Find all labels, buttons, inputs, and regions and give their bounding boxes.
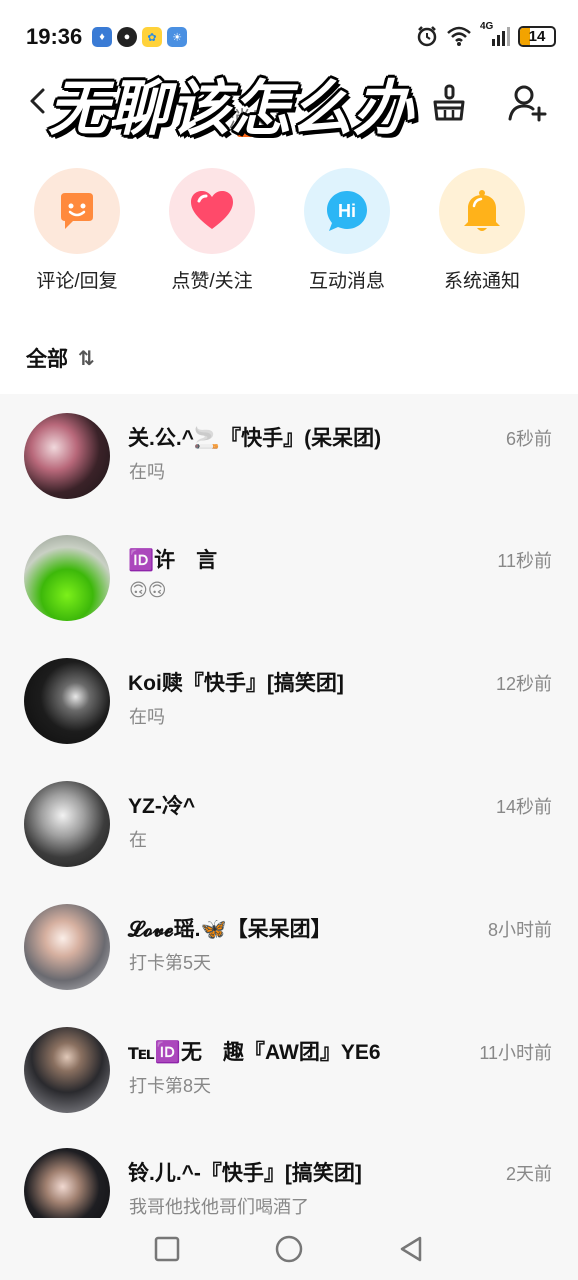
contact-name: ℡🆔无 趣『AW团』YE6 [128,1041,381,1064]
wechat-icon: ● [117,27,137,47]
notification-app-icon: ♦ [92,27,112,47]
status-indicators: 4G 14 [416,21,556,47]
filter-row: 全部 ⇅ [26,338,95,378]
message-time: 11小时前 [479,1043,552,1063]
comment-icon [34,168,120,254]
recent-apps-button[interactable] [152,1234,182,1264]
battery-indicator: 14 [518,25,556,47]
list-item[interactable]: Koi赎『快手』[搞笑团] 12秒前 在吗 [0,639,578,761]
wifi-icon [447,26,471,46]
add-friend-icon[interactable] [506,82,548,124]
list-item[interactable]: 铃.儿.^-『快手』[搞笑团] 2天前 我哥他找他哥们喝酒了 [0,1131,578,1218]
bell-icon [439,168,525,254]
message-time: 12秒前 [495,674,552,694]
status-time: 19:36 [26,24,83,49]
broom-icon[interactable] [428,82,470,124]
message-preview: 🙃🙃 [129,580,167,600]
contact-name: YZ-冷^ [128,795,196,818]
conversation-list[interactable]: 关.公.^🚬『快手』(呆呆团) 6秒前 在吗 🆔许 言 11秒前 🙃🙃 Koi赎… [0,394,578,1218]
alarm-icon [417,26,437,47]
quick-action-interactions[interactable]: Hi 互动消息 [287,168,407,293]
quick-action-label: 互动消息 [308,271,385,292]
message-time: 6秒前 [505,429,552,449]
message-preview: 在吗 [129,462,165,482]
avatar [24,781,110,867]
contact-name: 铃.儿.^-『快手』[搞笑团] [128,1162,362,1185]
quick-actions: 评论/回复 点赞/关注 Hi 互动消息 系统通知 [0,168,578,298]
system-nav-bar [0,1218,578,1280]
list-item[interactable]: 🆔许 言 11秒前 🙃🙃 [0,516,578,638]
sort-icon[interactable]: ⇅ [78,346,95,371]
overlay-caption: 无聊该怎么办 [48,75,414,142]
battery-level: 14 [528,27,546,45]
avatar [24,535,110,621]
message-preview: 在 [129,830,147,850]
message-time: 14秒前 [495,797,552,817]
avatar [24,1148,110,1218]
message-time: 2天前 [505,1164,552,1184]
filter-all[interactable]: 全部 [26,343,68,373]
message-time: 11秒前 [497,551,552,571]
avatar [24,904,110,990]
message-preview: 我哥他找他哥们喝酒了 [129,1197,309,1217]
weather-icon: ☀ [167,27,187,47]
cell-signal-icon: 4G [480,21,510,47]
svg-text:Hi: Hi [338,201,356,221]
quick-action-likes[interactable]: 点赞/关注 [152,168,272,293]
list-item[interactable]: YZ-冷^ 14秒前 在 [0,762,578,884]
message-time: 8小时前 [487,920,552,940]
quick-action-system[interactable]: 系统通知 [422,168,542,293]
contact-name: 🆔许 言 [128,549,218,572]
header: 消息 无聊该怎么办 [0,60,578,142]
contact-name: 关.公.^🚬『快手』(呆呆团) [128,427,382,450]
list-item[interactable]: 关.公.^🚬『快手』(呆呆团) 6秒前 在吗 [0,394,578,516]
avatar [24,1027,110,1113]
message-preview: 打卡第8天 [129,1076,212,1096]
status-app-icons: ♦ ● ✿ ☀ [92,27,187,47]
pinwheel-icon: ✿ [142,27,162,47]
back-nav-button[interactable] [396,1234,426,1264]
contact-name: 𝓛𝓸𝓿𝓮瑶.🦋【呆呆团】 [128,918,332,941]
quick-action-label: 点赞/关注 [171,271,253,292]
list-item[interactable]: ℡🆔无 趣『AW团』YE6 11小时前 打卡第8天 [0,1008,578,1130]
quick-action-label: 评论/回复 [36,271,118,292]
hi-icon: Hi [304,168,390,254]
quick-action-comments[interactable]: 评论/回复 [17,168,137,293]
quick-action-label: 系统通知 [443,271,520,292]
message-preview: 打卡第5天 [129,953,212,973]
contact-name: Koi赎『快手』[搞笑团] [128,672,344,695]
home-button[interactable] [274,1234,304,1264]
avatar [24,413,110,499]
heart-icon [169,168,255,254]
avatar [24,658,110,744]
list-item[interactable]: 𝓛𝓸𝓿𝓮瑶.🦋【呆呆团】 8小时前 打卡第5天 [0,885,578,1007]
message-preview: 在吗 [129,707,165,727]
